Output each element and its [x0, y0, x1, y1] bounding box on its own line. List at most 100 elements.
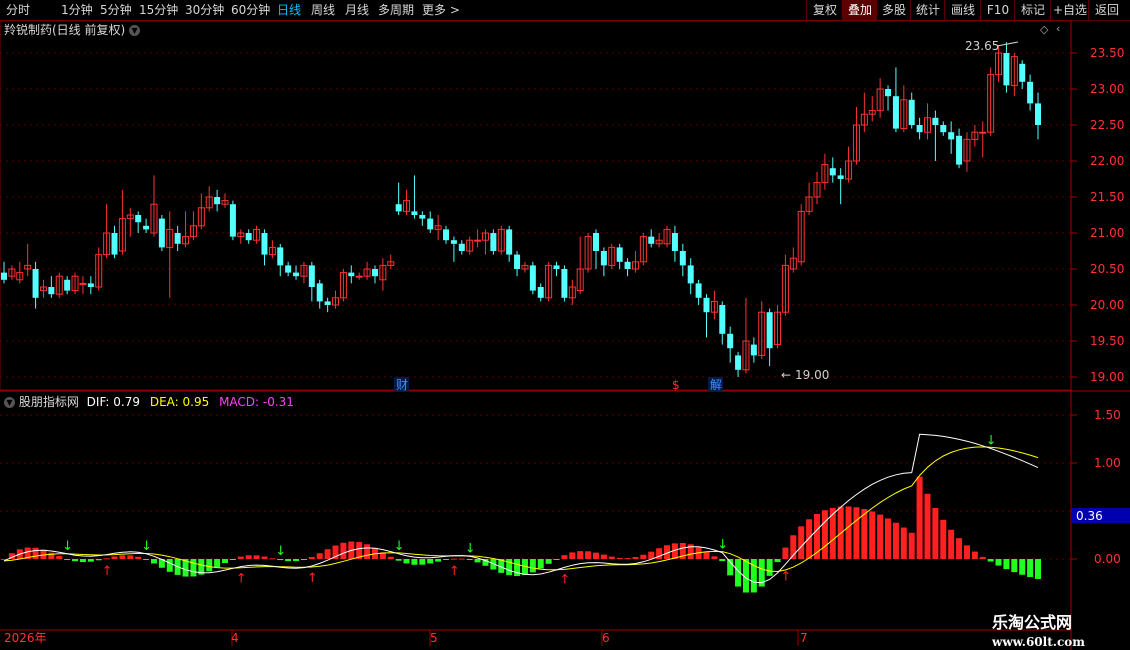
stock-chart[interactable]: ↓ ↑ ↓ ↑ ↓ ↑ ↓ ↑ ↓ ↑ ↓ ↑ ↓ 23.50 23.00 22.50 22.00 21… [0, 0, 1130, 650]
candle-body [261, 233, 268, 255]
candle-body [111, 233, 118, 255]
macd-bar [308, 556, 315, 559]
macd-bar [916, 476, 923, 559]
dividend-marker[interactable]: $ [672, 378, 680, 392]
candle-body [948, 132, 955, 140]
macd-bar [450, 558, 457, 560]
candle-body [529, 265, 536, 291]
macd-bar [1011, 559, 1018, 573]
candle-body [592, 233, 599, 251]
macd-bar [648, 551, 655, 559]
chevron-down-icon[interactable]: ▼ [4, 397, 15, 408]
candle-body [308, 265, 315, 287]
indicator-axis: 1.50 1.00 0.00 [1094, 408, 1121, 566]
macd-bar [387, 556, 394, 559]
candle-body [885, 89, 892, 97]
macd-bar [861, 508, 868, 559]
macd-bar [719, 559, 726, 562]
macd-bar [316, 553, 323, 559]
stock-title-text: 羚锐制药(日线 前复权) [4, 23, 126, 37]
candle-body [679, 251, 686, 266]
indicator-tick: 0.00 [1094, 552, 1121, 566]
dea-value: DEA: 0.95 [149, 395, 210, 409]
time-label: 4 [231, 631, 239, 645]
macd-bar [608, 556, 615, 559]
price-tick: 23.50 [1090, 46, 1124, 60]
price-tick: 22.50 [1090, 118, 1124, 132]
candle-body [735, 355, 742, 370]
high-price-label: 23.65 [965, 39, 999, 53]
candle-body [695, 283, 702, 298]
price-tick: 19.50 [1090, 334, 1124, 348]
macd-bar [632, 557, 639, 559]
candle-body [624, 261, 631, 269]
macd-bar [95, 559, 102, 561]
watermark-url: www.60lt.com [992, 635, 1085, 649]
candle-body [837, 175, 844, 179]
watermark-title: 乐淘公式网 [992, 613, 1073, 632]
candle-body [719, 305, 726, 334]
macd-bar [585, 551, 592, 559]
macd-bar [1019, 559, 1026, 575]
candle-body [1, 272, 7, 280]
time-label: 5 [430, 631, 438, 645]
macd-bar [119, 555, 126, 559]
macd-bar [1003, 559, 1010, 570]
macd-bar [143, 559, 150, 560]
macd-bar [127, 555, 134, 559]
candle-body [324, 301, 331, 305]
macd-bar [474, 559, 481, 563]
price-tick: 19.00 [1090, 370, 1124, 384]
macd-bar [553, 559, 560, 560]
macd-bar [395, 559, 402, 561]
candle-body [979, 131, 987, 134]
sell-arrow-icon: ↓ [141, 539, 152, 554]
macd-bar [806, 519, 813, 559]
macd-bar [987, 559, 994, 562]
low-arrow-icon: ← [781, 368, 791, 382]
candle-body [48, 287, 55, 295]
macd-bar [703, 551, 710, 559]
macd-bar [537, 559, 544, 569]
macd-bar [150, 559, 157, 564]
macd-bar [877, 514, 884, 559]
macd-bar [443, 559, 450, 560]
candle-body [916, 125, 923, 133]
high-pointer [996, 41, 1019, 47]
candlestick-series [1, 42, 1041, 377]
chevron-down-icon[interactable]: ▼ [129, 25, 141, 36]
unlock-marker[interactable]: 解 [710, 378, 722, 392]
candle-body [703, 297, 710, 313]
macd-bar [971, 551, 978, 559]
candle-body [727, 333, 734, 349]
candle-body [750, 344, 757, 356]
candle-body [64, 279, 71, 291]
indicator-title: ▼ 股朋指标网 DIF: 0.79 DEA: 0.95 MACD: -0.31 [4, 393, 294, 410]
candle-body [355, 275, 363, 278]
macd-bar [924, 493, 931, 559]
diamond-icon[interactable]: ◇ [1040, 23, 1048, 36]
candle-body [490, 233, 497, 251]
macd-bar [869, 511, 876, 559]
macd-bar [411, 559, 418, 565]
macd-bar [1027, 559, 1034, 578]
macd-bar [529, 559, 536, 573]
macd-bar [979, 556, 986, 559]
time-axis: 2026年 4 5 6 7 [4, 631, 808, 645]
macd-bar [821, 510, 828, 559]
macd-bar [995, 559, 1002, 566]
macd-bar [711, 556, 718, 559]
macd-bar [545, 559, 552, 564]
price-tick: 23.00 [1090, 82, 1124, 96]
price-tick: 22.00 [1090, 154, 1124, 168]
macd-bar [569, 552, 576, 559]
stock-title: 羚锐制药(日线 前复权) ▼ [4, 21, 141, 38]
chevron-left-icon[interactable]: ‹ [1056, 22, 1060, 35]
finance-marker[interactable]: 财 [396, 378, 408, 392]
price-tick: 21.50 [1090, 190, 1124, 204]
macd-value: MACD: -0.31 [219, 395, 294, 409]
candle-body [600, 251, 607, 266]
macd-bar [624, 558, 631, 560]
candle-body [293, 272, 300, 277]
macd-bar [214, 559, 221, 568]
